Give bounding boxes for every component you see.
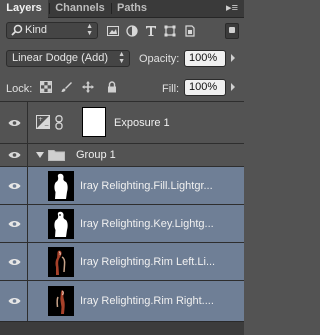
lock-all-padlock-icon[interactable] (106, 81, 118, 93)
panel-menu-icon[interactable]: ▸≡ (224, 3, 238, 14)
chain-link-icon[interactable] (55, 115, 63, 130)
tab-channels[interactable]: Channels (50, 0, 110, 17)
layer-name[interactable]: Iray Relighting.Key.Lightg... (80, 218, 214, 230)
eye-visibility-icon[interactable] (8, 182, 21, 190)
layer-name[interactable]: Iray Relighting.Rim Right.... (80, 295, 214, 307)
layer-name[interactable]: Iray Relighting.Fill.Lightgr... (80, 180, 213, 192)
lock-label: Lock: (6, 83, 33, 95)
panel-tab-bar: Layers Channels Paths ▸≡ (0, 0, 244, 18)
layer-name[interactable]: Exposure 1 (114, 117, 170, 129)
opacity-input[interactable]: 100% (184, 50, 226, 67)
layer-row[interactable]: Iray Relighting.Rim Right.... (0, 281, 244, 322)
layer-row[interactable]: Iray Relighting.Rim Left.Li... (0, 243, 244, 281)
svg-text:−: − (44, 123, 49, 130)
lock-image-pixels-brush-icon[interactable] (60, 81, 72, 93)
opacity-value: 100% (189, 52, 218, 64)
search-icon (11, 24, 23, 36)
fill-label: Fill: (162, 83, 180, 95)
visibility-cell[interactable] (0, 144, 28, 166)
visibility-cell[interactable] (0, 205, 28, 242)
shape-filter-icon[interactable] (164, 25, 176, 37)
visibility-cell[interactable] (0, 243, 28, 280)
group-name[interactable]: Group 1 (76, 149, 116, 161)
chevron-down-icon[interactable] (36, 152, 44, 158)
visibility-cell[interactable] (0, 102, 28, 143)
fill-slider-arrow-icon[interactable] (231, 83, 235, 91)
layer-thumbnail (48, 286, 74, 316)
tab-layers[interactable]: Layers (0, 0, 48, 18)
chevron-updown-icon: ▲ ▼ (86, 23, 93, 37)
layers-list: + − Exposure 1 Group 1 Iray Relighting.F… (0, 101, 244, 322)
filter-toggle-button[interactable] (225, 23, 239, 39)
eye-visibility-icon[interactable] (8, 220, 21, 228)
layer-mask-thumbnail[interactable] (82, 107, 106, 137)
eye-visibility-icon[interactable] (8, 151, 21, 159)
adjustment-filter-icon[interactable] (126, 25, 138, 37)
lock-transparent-pixels-icon[interactable] (40, 81, 52, 93)
chevron-updown-icon: ▲ ▼ (118, 51, 125, 65)
eye-visibility-icon[interactable] (8, 258, 21, 266)
opacity-label: Opacity: (139, 53, 180, 65)
filter-kind-value: Kind (25, 24, 48, 36)
layer-row[interactable]: Iray Relighting.Fill.Lightgr... (0, 167, 244, 205)
tab-paths[interactable]: Paths (112, 0, 152, 17)
lock-position-move-icon[interactable] (82, 81, 94, 93)
fill-input[interactable]: 100% (184, 79, 226, 96)
layer-thumbnail (48, 247, 74, 277)
folder-icon (48, 150, 65, 161)
opacity-slider-arrow-icon[interactable] (231, 54, 235, 62)
layer-thumbnail (48, 209, 74, 239)
group-row[interactable]: Group 1 (0, 144, 244, 167)
layer-name[interactable]: Iray Relighting.Rim Left.Li... (80, 256, 215, 268)
smart-object-filter-icon[interactable] (184, 25, 196, 37)
type-filter-icon[interactable] (145, 25, 157, 37)
visibility-cell[interactable] (0, 167, 28, 204)
svg-text:+: + (38, 116, 43, 123)
eye-visibility-icon[interactable] (8, 297, 21, 305)
panel-footer (0, 321, 244, 335)
filter-kind-dropdown[interactable]: Kind ▲ ▼ (6, 22, 98, 39)
eye-visibility-icon[interactable] (8, 119, 21, 127)
layer-row[interactable]: Iray Relighting.Key.Lightg... (0, 205, 244, 243)
pixel-filter-icon[interactable] (107, 25, 119, 37)
fill-value: 100% (189, 81, 218, 93)
blend-mode-value: Linear Dodge (Add) (12, 52, 109, 64)
layer-thumbnail (48, 171, 74, 201)
blend-mode-dropdown[interactable]: Linear Dodge (Add) ▲ ▼ (6, 50, 130, 67)
visibility-cell[interactable] (0, 281, 28, 321)
layer-row[interactable]: + − Exposure 1 (0, 102, 244, 144)
exposure-adjustment-icon: + − (36, 115, 50, 129)
